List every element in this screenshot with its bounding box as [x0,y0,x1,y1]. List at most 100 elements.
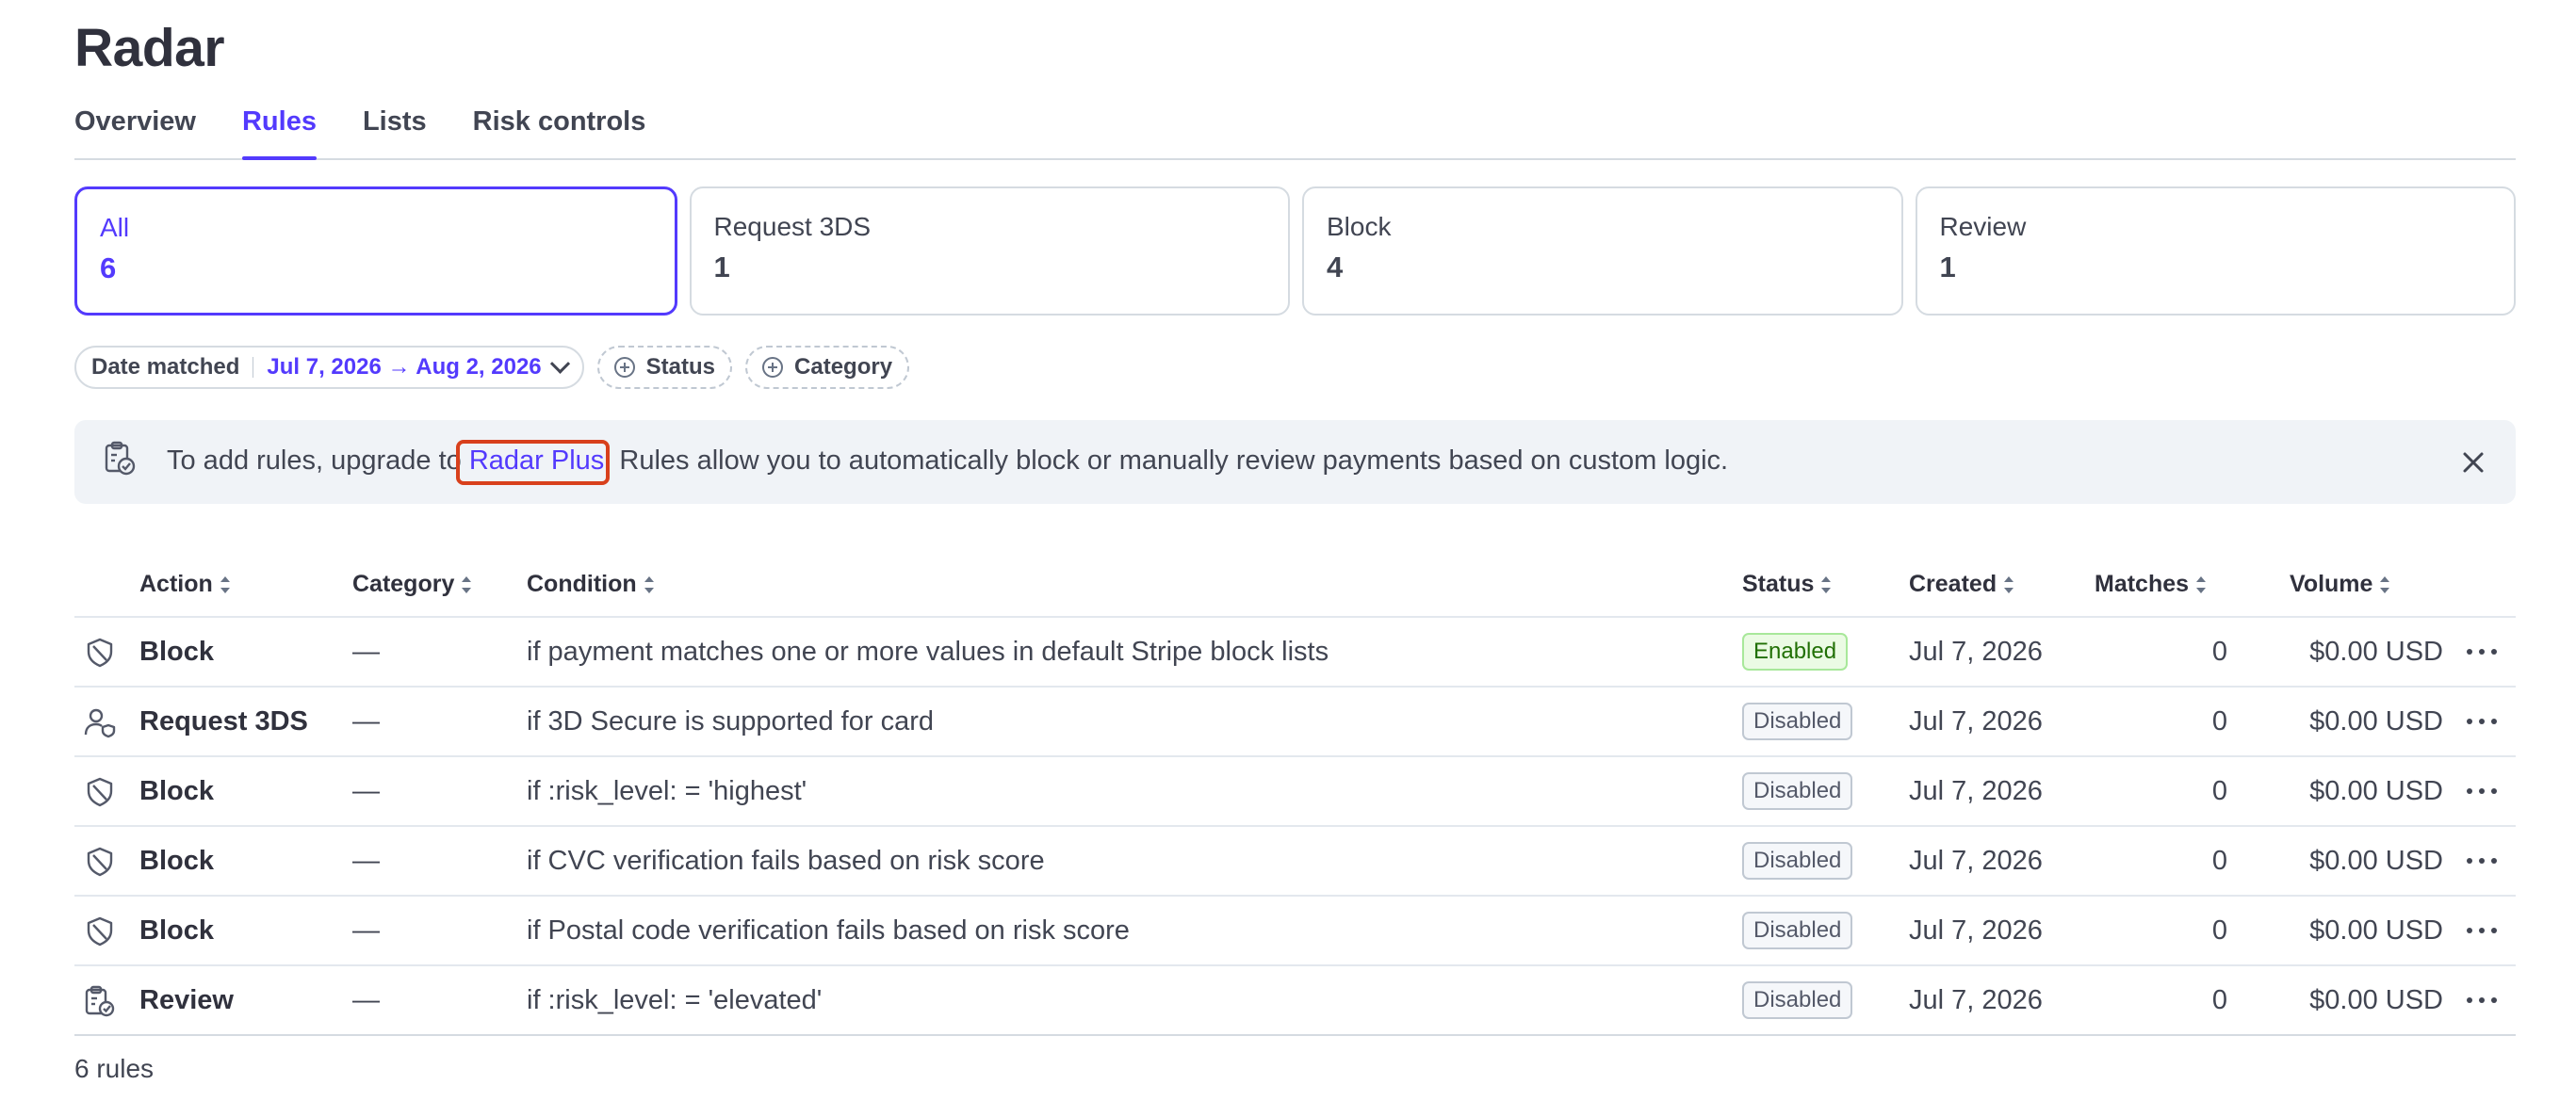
card-count: 1 [713,251,730,283]
rule-condition: if payment matches one or more values in… [527,636,1329,667]
status-badge: Enabled [1742,633,1849,671]
close-icon[interactable] [2459,448,2487,477]
category-filter[interactable]: Category [745,346,910,389]
column-header-category[interactable]: Category [352,571,472,598]
column-label: Condition [527,571,637,597]
more-options-icon[interactable] [2467,642,2497,661]
banner-suffix: . Rules allow you to automatically block… [604,445,1729,476]
rule-matches: 0 [2211,915,2227,946]
rule-action: Block [139,845,214,876]
card-label: All [100,213,130,242]
rule-matches: 0 [2211,636,2227,667]
date-filter-value: Jul 7, 2026 → Aug 2, 2026 [267,354,542,380]
status-filter-label: Status [645,354,716,380]
card-label: Request 3DS [713,212,872,241]
status-badge: Disabled [1742,912,1853,949]
clipboard-check-icon [84,985,116,1017]
sort-icon [462,575,472,593]
sort-icon [644,575,654,593]
sort-icon [220,575,230,593]
rule-volume: $0.00 USD [2309,775,2443,806]
column-header-created[interactable]: Created [1909,571,2014,598]
rule-volume: $0.00 USD [2309,705,2443,737]
more-options-icon[interactable] [2467,851,2497,870]
rule-status-cell: Disabled [1742,688,1853,755]
tab-overview[interactable]: Overview [74,105,196,158]
rule-category: — [352,636,380,667]
rule-created: Jul 7, 2026 [1909,915,2043,946]
table-row[interactable]: Review — if :risk_level: = 'elevated' Disab… [74,966,2516,1036]
date-filter-label: Date matched [91,354,240,380]
date-matched-filter[interactable]: Date matched Jul 7, 2026 → Aug 2, 2026 [74,346,584,389]
clipboard-check-icon [105,441,136,476]
rule-matches: 0 [2211,845,2227,876]
column-header-matches[interactable]: Matches [2095,571,2207,598]
rule-condition: if CVC verification fails based on risk … [527,845,1045,876]
rule-category: — [352,984,380,1015]
column-label: Status [1742,571,1815,597]
chevron-down-icon [549,353,570,374]
status-badge: Disabled [1742,981,1853,1019]
card-label: Block [1327,212,1392,241]
rule-created: Jul 7, 2026 [1909,845,2043,876]
rule-condition: if Postal code verification fails based … [527,915,1130,946]
shield-icon [84,915,116,947]
sort-icon [1821,575,1832,593]
shield-icon [84,776,116,808]
table-row[interactable]: Block — if Postal code verification fails … [74,897,2516,966]
radar-plus-link[interactable]: Radar Plus [455,440,611,485]
status-badge: Disabled [1742,842,1853,880]
column-header-action[interactable]: Action [139,571,230,598]
more-options-icon[interactable] [2467,921,2497,940]
column-header-volume[interactable]: Volume [2290,571,2390,598]
plus-circle-icon [762,357,784,378]
table-row[interactable]: Block — if :risk_level: = 'highest' Disable… [74,757,2516,827]
category-filter-label: Category [794,354,893,380]
banner-prefix: To add rules, upgrade to [167,445,469,476]
column-header-condition[interactable]: Condition [527,571,654,598]
rule-matches: 0 [2211,984,2227,1015]
rule-matches: 0 [2211,775,2227,806]
rule-volume: $0.00 USD [2309,845,2443,876]
tab-bar: Overview Rules Lists Risk controls [74,105,2516,160]
table-body: Block — if payment matches one or more val… [74,618,2516,1036]
filter-bar: Date matched Jul 7, 2026 → Aug 2, 2026 S… [74,345,910,390]
rules-count: 6 rules [74,1054,155,1083]
plus-circle-icon [613,357,635,378]
banner-text: To add rules, upgrade to Radar Plus. Rul… [167,440,1729,485]
rule-volume: $0.00 USD [2309,636,2443,667]
rule-action: Block [139,775,214,806]
summary-card-block[interactable]: Block 4 [1302,186,1903,316]
rule-action: Block [139,636,214,667]
rule-action: Request 3DS [139,705,308,737]
tab-lists[interactable]: Lists [363,105,427,158]
tab-rules[interactable]: Rules [241,105,317,160]
more-options-icon[interactable] [2467,712,2497,731]
card-count: 1 [1939,251,1956,283]
summary-card-all[interactable]: All 6 [74,186,677,316]
table-row[interactable]: Block — if payment matches one or more val… [74,618,2516,688]
more-options-icon[interactable] [2467,782,2497,801]
column-header-status[interactable]: Status [1742,571,1832,598]
summary-card-review[interactable]: Review 1 [1915,186,2516,316]
status-badge: Disabled [1742,772,1853,810]
rule-status-cell: Disabled [1742,897,1853,964]
user-shield-icon [84,706,116,738]
table-row[interactable]: Request 3DS — if 3D Secure is supported fo… [74,688,2516,757]
column-label: Created [1909,571,1997,597]
rule-status-cell: Disabled [1742,966,1853,1034]
rule-category: — [352,845,380,876]
tab-risk-controls[interactable]: Risk controls [473,105,646,158]
table-row[interactable]: Block — if CVC verification fails based on… [74,827,2516,897]
rule-status-cell: Disabled [1742,827,1853,895]
summary-card-request-3ds[interactable]: Request 3DS 1 [689,186,1290,316]
more-options-icon[interactable] [2467,991,2497,1010]
sort-icon [2196,575,2207,593]
sort-icon [2380,575,2390,593]
table-header: Action Category Condition Status Created… [74,558,2516,618]
rules-table: Action Category Condition Status Created… [74,558,2516,1036]
status-filter[interactable]: Status [596,346,733,389]
rule-created: Jul 7, 2026 [1909,705,2043,737]
shield-icon [84,846,116,878]
rule-condition: if :risk_level: = 'highest' [527,775,807,806]
